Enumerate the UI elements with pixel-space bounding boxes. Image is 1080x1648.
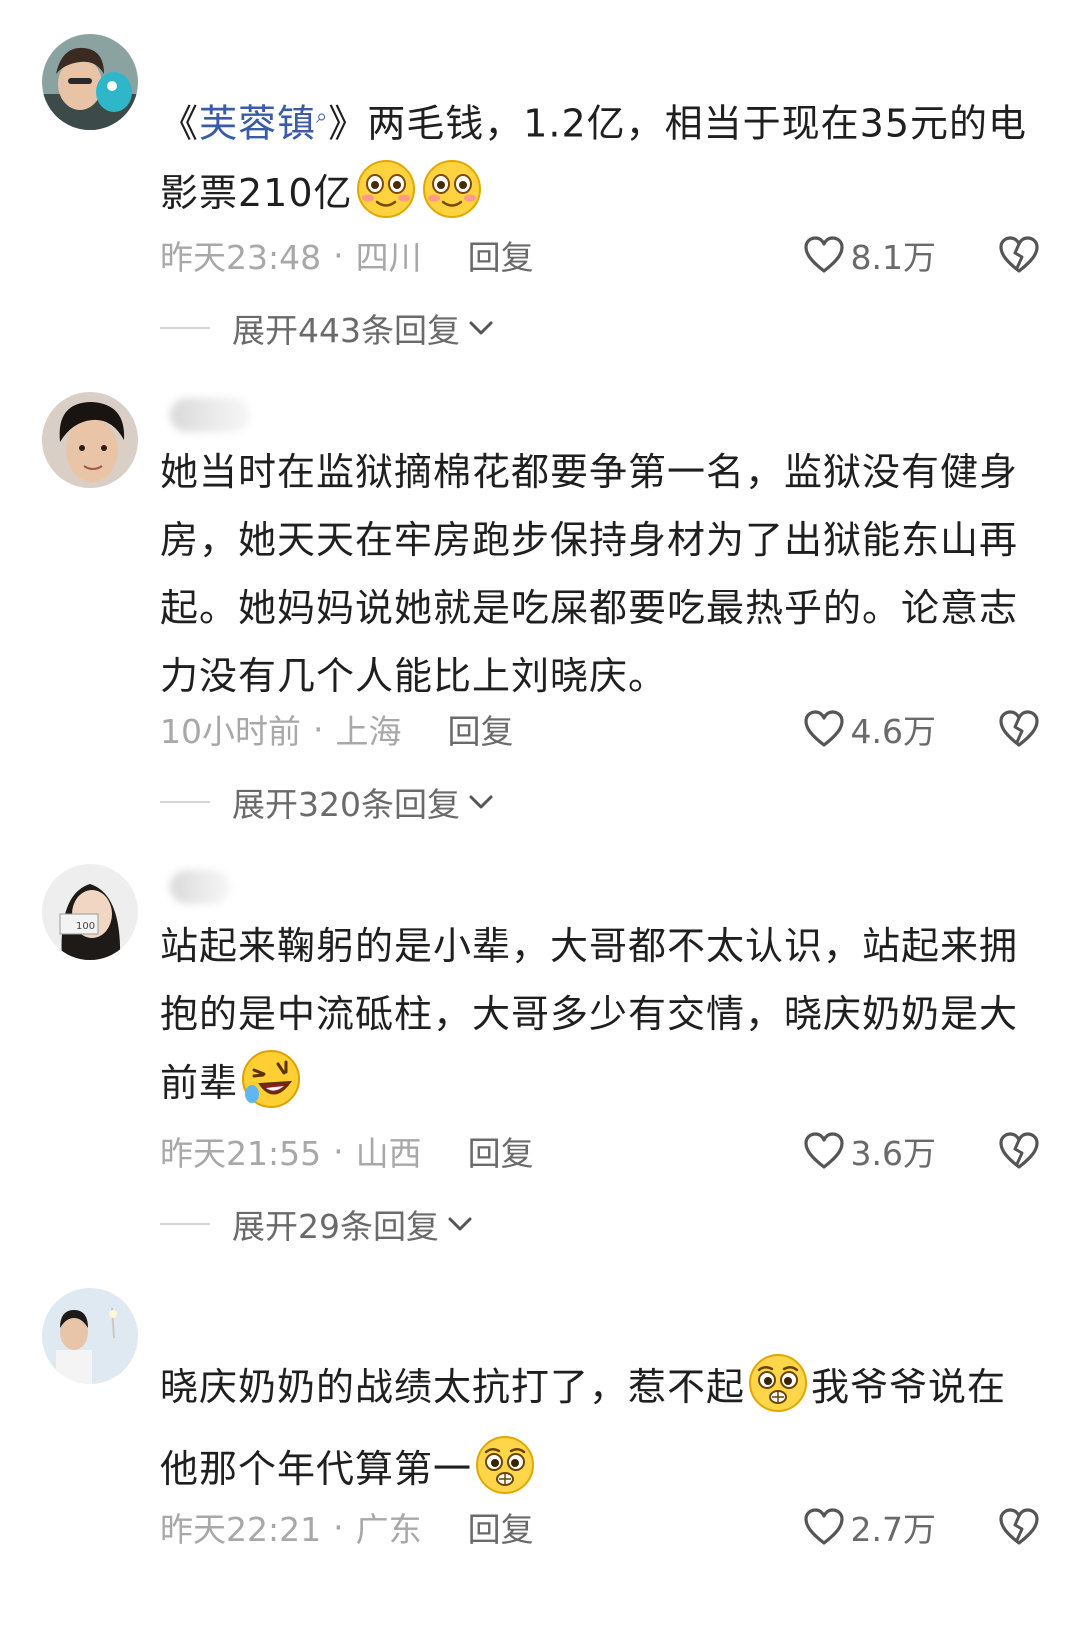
avatar[interactable] (42, 34, 138, 130)
reply-button[interactable]: 回复 (448, 705, 514, 753)
like-button[interactable]: 4.6万 (803, 705, 936, 753)
heart-outline-icon (803, 709, 845, 749)
like-button[interactable]: 2.7万 (803, 1503, 936, 1551)
timestamp: 昨天23:48 (160, 238, 322, 277)
comment-meta: 10小时前 · 上海 回复 4.6万 (160, 704, 1040, 754)
like-count: 3.6万 (850, 1134, 936, 1173)
like-count: 8.1万 (850, 238, 936, 277)
broken-heart-icon (998, 709, 1040, 749)
pleading-face-emoji (747, 1352, 809, 1414)
heart-outline-icon (803, 235, 845, 275)
comment-meta: 昨天22:21 · 广东 回复 2.7万 (160, 1502, 1040, 1552)
chevron-down-icon (468, 793, 494, 811)
divider (160, 801, 210, 803)
comment-text-part: 《 (160, 101, 200, 146)
location: 广东 (355, 1510, 422, 1549)
meta-separator: · (333, 235, 344, 275)
timestamp: 10小时前 (160, 712, 301, 751)
comment-text: 她当时在监狱摘棉花都要争第一名，监狱没有健身房，她天天在牢房跑步保持身材为了出狱… (160, 450, 1019, 698)
location: 四川 (355, 238, 422, 277)
heart-outline-icon (803, 1507, 845, 1547)
search-icon[interactable]: ⌕ (316, 104, 328, 128)
avatar[interactable] (42, 1288, 138, 1384)
reply-button[interactable]: 回复 (468, 1127, 534, 1175)
comment-text: 站起来鞠躬的是小辈，大哥都不太认识，站起来拥抱的是中流砥柱，大哥多少有交情，晓庆… (160, 912, 1045, 1117)
broken-heart-icon (998, 1507, 1040, 1547)
expand-replies-button[interactable]: 展开320条回复 (160, 780, 494, 824)
chevron-down-icon (468, 319, 494, 337)
pleading-face-emoji (474, 1434, 536, 1496)
comment-text: 晓庆奶奶的战绩太抗打了，惹不起 我爷爷说在他那个年代算第一 (160, 1346, 1045, 1510)
meta-separator: · (333, 1131, 344, 1171)
meta-separator: · (333, 1507, 344, 1547)
username-blurred (170, 870, 230, 904)
location: 山西 (355, 1134, 422, 1173)
comment-meta: 昨天21:55 · 山西 回复 3.6万 (160, 1126, 1040, 1176)
svg-text:100: 100 (76, 921, 95, 932)
expand-label: 展开320条回复 (232, 785, 460, 824)
timestamp: 昨天22:21 (160, 1510, 322, 1549)
broken-heart-icon (998, 235, 1040, 275)
reply-button[interactable]: 回复 (468, 231, 534, 279)
reply-button[interactable]: 回复 (468, 1503, 534, 1551)
like-button[interactable]: 8.1万 (803, 231, 936, 279)
timestamp: 昨天21:55 (160, 1134, 322, 1173)
like-button[interactable]: 3.6万 (803, 1127, 936, 1175)
divider (160, 327, 210, 329)
search-link[interactable]: 芙蓉镇 (199, 102, 316, 146)
rolling-laugh-emoji (240, 1048, 302, 1110)
location: 上海 (335, 712, 402, 751)
avatar[interactable] (42, 392, 138, 488)
heart-outline-icon (803, 1131, 845, 1171)
blushing-smile-emoji (355, 158, 417, 220)
expand-replies-button[interactable]: 展开443条回复 (160, 306, 494, 350)
comment-text: 《芙蓉镇⌕》两毛钱，1.2亿，相当于现在35元的电影票210亿 (160, 82, 1045, 227)
dislike-button[interactable] (998, 235, 1040, 275)
like-count: 4.6万 (850, 712, 936, 751)
chevron-down-icon (447, 1215, 473, 1233)
avatar[interactable]: 100 (42, 864, 138, 960)
comment-meta: 昨天23:48 · 四川 回复 8.1万 (160, 230, 1040, 280)
blushing-smile-emoji (421, 158, 483, 220)
divider (160, 1223, 210, 1225)
dislike-button[interactable] (998, 709, 1040, 749)
dislike-button[interactable] (998, 1507, 1040, 1547)
comment-text-part: 晓庆奶奶的战绩太抗打了，惹不起 (160, 1365, 746, 1409)
expand-label: 展开29条回复 (232, 1207, 439, 1246)
expand-label: 展开443条回复 (232, 311, 460, 350)
username-blurred (170, 398, 250, 432)
broken-heart-icon (998, 1131, 1040, 1171)
meta-separator: · (313, 709, 324, 749)
like-count: 2.7万 (850, 1510, 936, 1549)
dislike-button[interactable] (998, 1131, 1040, 1171)
expand-replies-button[interactable]: 展开29条回复 (160, 1202, 473, 1246)
